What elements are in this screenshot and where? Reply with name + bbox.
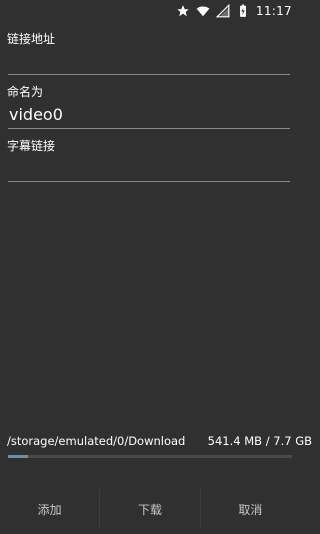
name-underline: [8, 128, 290, 129]
storage-progress-bar: [8, 455, 292, 458]
signal-icon: [215, 4, 230, 18]
subtitle-input[interactable]: [8, 158, 290, 180]
add-button[interactable]: 添加: [0, 484, 99, 534]
status-bar: 11:17: [0, 0, 300, 22]
storage-size: 541.4 MB / 7.7 GB: [207, 434, 312, 448]
battery-charging-icon: [239, 4, 246, 17]
link-label: 链接地址: [7, 32, 56, 46]
subtitle-label: 字幕链接: [7, 139, 56, 153]
cancel-button[interactable]: 取消: [201, 484, 300, 534]
storage-progress-fill: [8, 455, 28, 458]
link-input[interactable]: [8, 52, 290, 74]
link-underline: [8, 74, 290, 75]
clock: 11:17: [255, 4, 292, 18]
name-input[interactable]: video0: [8, 104, 290, 126]
download-button[interactable]: 下载: [100, 484, 199, 534]
wifi-icon: [196, 6, 210, 17]
subtitle-underline: [8, 181, 290, 182]
name-input-value: video0: [9, 105, 63, 124]
status-icons: 11:17: [176, 3, 292, 19]
name-label: 命名为: [7, 85, 44, 99]
storage-path: /storage/emulated/0/Download: [7, 434, 186, 448]
action-bar: 添加 下载 取消: [0, 484, 300, 534]
star-icon: [177, 5, 189, 17]
